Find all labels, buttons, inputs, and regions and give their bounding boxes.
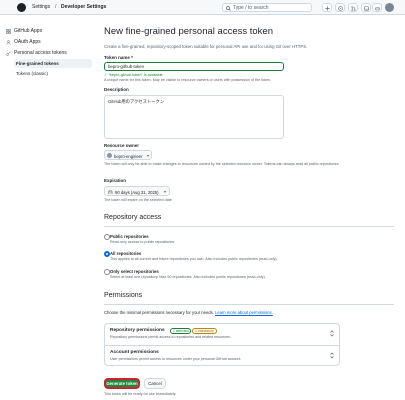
- repository-permissions-title: Repository permissions: [110, 328, 165, 333]
- pull-requests-button[interactable]: [348, 3, 358, 12]
- person-icon: [6, 39, 11, 45]
- sidebar-item-oauth-apps[interactable]: OAuth Apps: [4, 37, 92, 47]
- generate-token-button[interactable]: Generate token: [104, 378, 140, 389]
- only-select-repositories-desc: Select at least one repository. Max 50 r…: [110, 275, 266, 279]
- description-textarea[interactable]: GitHub用のアクセストークン: [104, 95, 284, 139]
- footer-note: This token will be ready for use immedia…: [104, 392, 177, 396]
- inbox-icon: [364, 5, 369, 11]
- selected-badge: 1 selected: [170, 327, 192, 334]
- token-name-success-text: "bepro-github-token" is available.: [108, 73, 164, 77]
- token-name-input[interactable]: bepro-github-token: [104, 62, 284, 71]
- top-bar: Settings / Developer Settings Type / to …: [0, 0, 405, 15]
- breadcrumb-separator: /: [55, 4, 57, 10]
- resource-owner-select[interactable]: bepro-engineer ▾: [104, 150, 152, 160]
- sidebar-item-github-apps[interactable]: GitHub Apps: [4, 26, 92, 36]
- permissions-panel: Repository permissions 1 selected 1 mand…: [104, 323, 340, 366]
- expiration-select[interactable]: 90 days (Aug 31, 2025) ▾: [104, 186, 170, 196]
- copilot-icon: [375, 6, 380, 10]
- public-repositories-title: Public repositories: [110, 234, 149, 239]
- repository-permissions-row[interactable]: Repository permissions 1 selected 1 mand…: [105, 324, 339, 344]
- issue-icon: [338, 5, 343, 11]
- all-repositories-desc: This applies to all current and future r…: [110, 257, 278, 261]
- permissions-intro: Choose the minimal permissions necessary…: [104, 310, 273, 315]
- token-name-success: ✓ "bepro-github-token" is available.: [104, 72, 164, 77]
- owner-avatar: [107, 153, 112, 158]
- only-select-repositories-title: Only select repositories: [110, 269, 159, 274]
- expiration-hint: The token will expire on the selected da…: [104, 198, 172, 202]
- plus-icon: [325, 6, 330, 10]
- issues-button[interactable]: [335, 3, 345, 12]
- search-placeholder: Type / to search: [233, 5, 269, 11]
- chevron-up-down-icon: [330, 330, 334, 337]
- github-logo-icon[interactable]: [17, 3, 26, 12]
- chevron-up-down-icon: [330, 352, 334, 359]
- cancel-button[interactable]: Cancel: [144, 378, 166, 389]
- copilot-button[interactable]: [372, 3, 382, 12]
- expiration-value: 90 days (Aug 31, 2025): [115, 189, 159, 195]
- pull-request-icon: [351, 5, 356, 11]
- notifications-button[interactable]: [361, 3, 371, 12]
- apps-icon: [6, 28, 11, 34]
- mandatory-badge: 1 mandatory: [192, 327, 217, 334]
- chevron-down-icon: ▾: [147, 153, 150, 158]
- sidebar: GitHub Apps OAuth Apps Personal access t…: [0, 15, 96, 400]
- account-permissions-desc: User permissions permit access to resour…: [110, 357, 242, 361]
- account-permissions-title: Account permissions: [110, 350, 159, 355]
- breadcrumb-developer-settings[interactable]: Developer Settings: [61, 4, 106, 10]
- page-title: New fine-grained personal access token: [104, 26, 273, 37]
- check-icon: ✓: [104, 73, 108, 77]
- expiration-label: Expiration: [104, 178, 127, 183]
- resource-owner-label: Resource owner: [104, 143, 140, 148]
- description-label: Description: [104, 87, 129, 92]
- resource-owner-hint: The token will only be able to make chan…: [104, 162, 340, 166]
- token-name-hint: A unique name for this token. May be vis…: [104, 78, 272, 82]
- page-subtitle: Create a fine-grained, repository-scoped…: [104, 44, 308, 49]
- all-repositories-title: All repositories: [110, 251, 142, 256]
- divider: [104, 226, 394, 227]
- key-icon: [6, 50, 11, 56]
- resource-owner-value: bepro-engineer: [114, 153, 143, 159]
- permissions-intro-text: Choose the minimal permissions necessary…: [104, 310, 214, 315]
- sidebar-item-personal-access-tokens[interactable]: Personal access tokens: [4, 48, 92, 58]
- create-new-button[interactable]: [322, 3, 332, 12]
- sidebar-subitem-label: Fine-grained tokens: [16, 61, 59, 66]
- calendar-icon: [108, 189, 113, 194]
- search-icon: [226, 6, 231, 11]
- search-input[interactable]: Type / to search: [222, 3, 312, 12]
- sidebar-subitem-label: Tokens (classic): [16, 71, 49, 76]
- repository-access-heading: Repository access: [104, 214, 162, 221]
- sidebar-item-fine-grained-tokens[interactable]: Fine-grained tokens: [14, 59, 92, 68]
- user-avatar[interactable]: [385, 3, 394, 12]
- public-repositories-desc: Read-only access to public repositories.: [110, 240, 176, 244]
- repository-permissions-desc: Repository permissions permit access to …: [110, 335, 231, 339]
- learn-more-link[interactable]: Learn more about permissions.: [215, 310, 273, 315]
- sidebar-item-tokens-classic[interactable]: Tokens (classic): [14, 69, 92, 78]
- breadcrumb-settings[interactable]: Settings: [32, 4, 50, 10]
- sidebar-item-label: OAuth Apps: [14, 39, 41, 45]
- divider: [104, 304, 394, 305]
- chevron-down-icon: ▾: [164, 189, 167, 194]
- sidebar-item-label: Personal access tokens: [14, 50, 67, 56]
- sidebar-item-label: GitHub Apps: [14, 28, 43, 34]
- permissions-heading: Permissions: [104, 292, 143, 299]
- token-name-label: Token name *: [104, 55, 133, 60]
- account-permissions-row[interactable]: Account permissions User permissions per…: [105, 346, 339, 366]
